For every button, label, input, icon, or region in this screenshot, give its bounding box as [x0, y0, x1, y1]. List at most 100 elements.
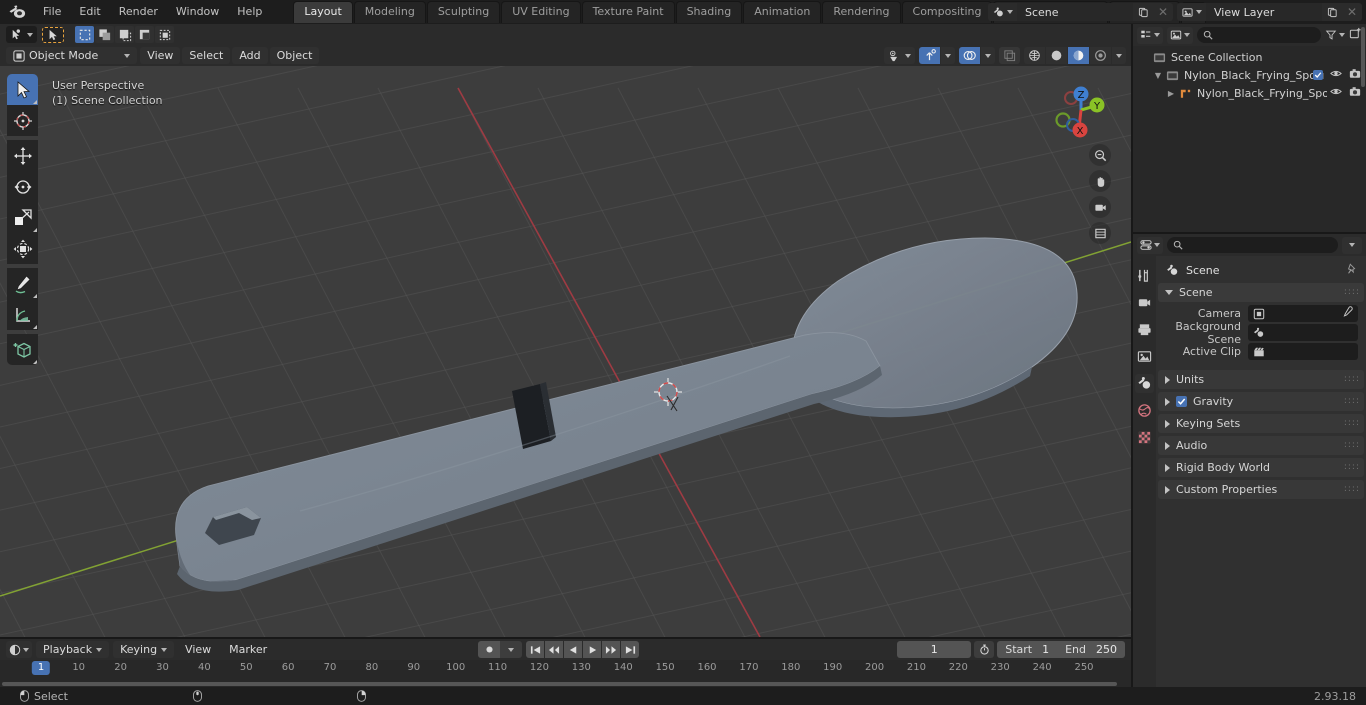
panel-header-custom-properties[interactable]: Custom Properties::::	[1158, 480, 1364, 499]
camera-field[interactable]	[1248, 305, 1358, 322]
collection-checkbox[interactable]	[1313, 70, 1323, 80]
object-mode-dropdown[interactable]: Object Mode	[6, 47, 138, 64]
eyedropper-icon[interactable]	[1341, 306, 1353, 321]
zoom-icon[interactable]	[1089, 144, 1111, 166]
properties-tab-world[interactable]	[1135, 401, 1154, 420]
annotate-tool[interactable]	[7, 268, 38, 299]
xray-toggle[interactable]	[999, 47, 1020, 64]
menu-edit[interactable]: Edit	[70, 3, 109, 21]
active-tool-widget[interactable]	[6, 26, 37, 43]
view-layer-name[interactable]: View Layer	[1206, 3, 1322, 21]
view-layer-icon[interactable]	[1177, 3, 1206, 21]
overlays-toggle[interactable]	[959, 47, 980, 64]
unlink-scene-button[interactable]: ✕	[1153, 3, 1173, 21]
workspace-tab-shading[interactable]: Shading	[675, 1, 743, 23]
select-mode-intersect[interactable]	[135, 26, 154, 43]
properties-tab-scene[interactable]	[1135, 374, 1154, 393]
background-scene-field[interactable]	[1248, 324, 1358, 341]
cursor-tool[interactable]	[7, 105, 38, 136]
rotate-tool[interactable]	[7, 171, 38, 202]
outliner-row-2[interactable]: ▶ Nylon_Black_Frying_Spoo	[1133, 84, 1366, 102]
properties-tab-tool[interactable]	[1135, 266, 1154, 285]
workspace-tab-texture-paint[interactable]: Texture Paint	[581, 1, 675, 23]
scene-icon[interactable]	[988, 3, 1017, 21]
panel-header-keying-sets[interactable]: Keying Sets::::	[1158, 414, 1364, 433]
pan-hand-icon[interactable]	[1089, 170, 1111, 192]
panel-header-gravity[interactable]: Gravity::::	[1158, 392, 1364, 411]
render-visibility-toggle[interactable]	[1349, 86, 1361, 100]
blender-logo-icon[interactable]	[6, 3, 28, 21]
viewport-menu-add[interactable]: Add	[232, 47, 268, 64]
jump-to-end-button[interactable]	[621, 641, 639, 658]
timeline-view-menu[interactable]: View	[178, 641, 218, 658]
auto-keying-button[interactable]	[974, 641, 995, 658]
scene-name[interactable]: Scene	[1017, 3, 1133, 21]
shading-rendered[interactable]	[1090, 47, 1111, 64]
menu-file[interactable]: File	[34, 3, 70, 21]
select-mode-box[interactable]	[75, 26, 94, 43]
select-mode-difference[interactable]	[155, 26, 174, 43]
shading-options-dropdown[interactable]	[1112, 47, 1126, 64]
outliner-row-1[interactable]: ▼ Nylon_Black_Frying_Spoon_0	[1133, 66, 1366, 84]
3d-viewport[interactable]: User Perspective (1) Scene Collection Z …	[0, 66, 1131, 637]
timeline-horizontal-scrollbar[interactable]	[2, 682, 1117, 686]
viewport-menu-select[interactable]: Select	[182, 47, 231, 64]
menu-window[interactable]: Window	[167, 3, 228, 21]
panel-header-scene[interactable]: Scene ::::	[1158, 283, 1364, 302]
timeline-playhead[interactable]: 1	[31, 661, 51, 675]
visibility-dropdown[interactable]	[884, 47, 915, 64]
new-view-layer-button[interactable]	[1322, 3, 1342, 21]
new-scene-button[interactable]	[1133, 3, 1153, 21]
shading-material-preview[interactable]	[1068, 47, 1089, 64]
select-mode-extend[interactable]	[95, 26, 114, 43]
properties-tab-texture[interactable]	[1135, 428, 1154, 447]
properties-tab-view-layer[interactable]	[1135, 347, 1154, 366]
chevron-right-icon[interactable]: ▶	[1165, 89, 1177, 98]
current-frame-field[interactable]: 1	[897, 641, 972, 658]
gravity-checkbox[interactable]	[1176, 396, 1187, 407]
pin-icon[interactable]	[1346, 263, 1358, 278]
workspace-tab-modeling[interactable]: Modeling	[353, 1, 426, 23]
measure-tool[interactable]	[7, 299, 38, 330]
add-cube-tool[interactable]	[7, 334, 38, 365]
properties-editor-type-dropdown[interactable]	[1137, 236, 1163, 254]
workspace-tab-compositing[interactable]: Compositing	[901, 1, 993, 23]
end-frame-value[interactable]: 250	[1088, 643, 1125, 656]
view-layer-selector[interactable]: View Layer ✕	[1177, 3, 1362, 21]
shading-wireframe[interactable]	[1024, 47, 1045, 64]
active-tool-indicator[interactable]	[42, 26, 64, 43]
timeline-scale[interactable]: 10 20 30 40 50 60 70 80 90 100 110 120 130 140 150 160 1…	[0, 660, 1131, 679]
remove-view-layer-button[interactable]: ✕	[1342, 3, 1362, 21]
toggle-ortho-icon[interactable]	[1089, 222, 1111, 244]
outliner-filter-button[interactable]	[1325, 29, 1345, 41]
transform-tool[interactable]	[7, 233, 38, 264]
tweak-select-tool[interactable]	[7, 74, 38, 105]
gizmo-options-dropdown[interactable]	[941, 47, 955, 64]
jump-prev-keyframe-button[interactable]	[545, 641, 563, 658]
outliner-search-input[interactable]	[1197, 27, 1321, 43]
jump-to-start-button[interactable]	[526, 641, 544, 658]
workspace-tab-sculpting[interactable]: Sculpting	[426, 1, 501, 23]
workspace-tab-layout[interactable]: Layout	[293, 1, 353, 23]
render-visibility-toggle[interactable]	[1349, 68, 1361, 82]
panel-header-units[interactable]: Units::::	[1158, 370, 1364, 389]
navigation-gizmo[interactable]: Z Y X	[1049, 78, 1113, 142]
visibility-toggle[interactable]	[1330, 86, 1342, 100]
viewport-menu-view[interactable]: View	[140, 47, 181, 64]
overlays-options-dropdown[interactable]	[981, 47, 995, 64]
jump-next-keyframe-button[interactable]	[602, 641, 620, 658]
active-clip-field[interactable]	[1248, 343, 1358, 360]
properties-options-dropdown[interactable]	[1342, 236, 1362, 254]
workspace-tab-rendering[interactable]: Rendering	[822, 1, 901, 23]
viewport-menu-object[interactable]: Object	[269, 47, 320, 64]
properties-search-input[interactable]	[1167, 237, 1338, 253]
start-frame-value[interactable]: 1	[1034, 643, 1057, 656]
move-tool[interactable]	[7, 140, 38, 171]
timeline-editor-type-dropdown[interactable]	[6, 641, 32, 658]
outliner-editor-type-dropdown[interactable]	[1137, 26, 1163, 44]
panel-header-audio[interactable]: Audio::::	[1158, 436, 1364, 455]
menu-help[interactable]: Help	[228, 3, 271, 21]
scale-tool[interactable]	[7, 202, 38, 233]
playback-menu[interactable]: Playback	[36, 641, 110, 658]
keying-menu[interactable]: Keying	[113, 641, 175, 658]
